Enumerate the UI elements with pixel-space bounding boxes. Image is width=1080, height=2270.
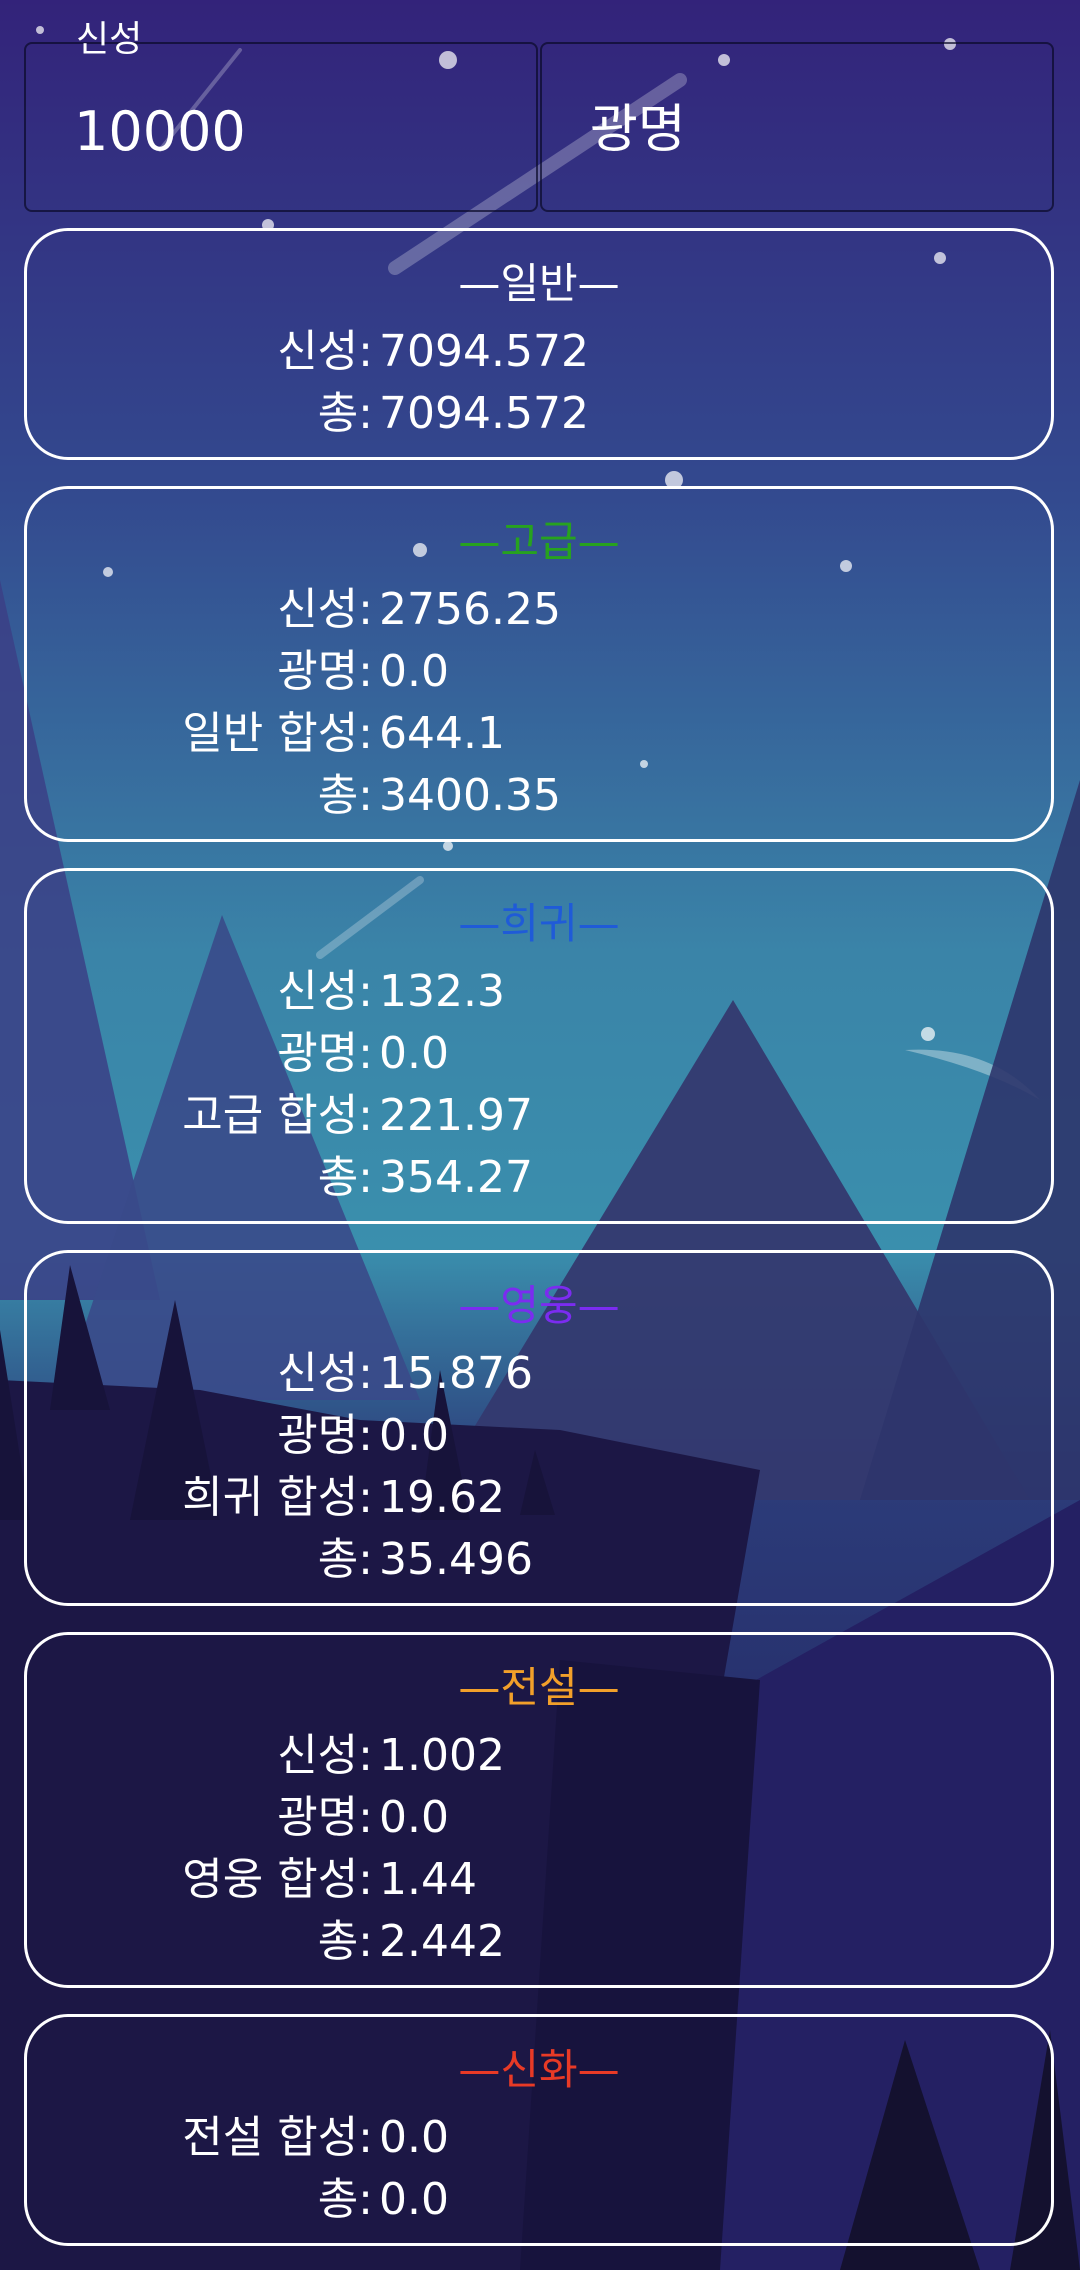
- row-value: 0.0: [379, 1410, 449, 1461]
- mythic-grade-card: —신화— 전설 합성: 0.0 총: 0.0: [24, 2014, 1054, 2246]
- legendary-grade-title: —전설—: [458, 1663, 620, 1712]
- divinity-input-value[interactable]: 10000: [74, 102, 246, 162]
- row-value: 0.0: [379, 2112, 449, 2163]
- legendary-divinity-row: 신성: 1.002: [27, 1725, 1057, 1787]
- advanced-synthesis-row: 일반 합성: 644.1: [27, 703, 1057, 765]
- row-label: 총:: [317, 2174, 373, 2225]
- legendary-radiance-row: 광명: 0.0: [27, 1787, 1057, 1849]
- mythic-total-row: 총: 0.0: [27, 2169, 1057, 2231]
- row-label: 신성:: [277, 966, 373, 1017]
- row-label: 신성:: [277, 1730, 373, 1781]
- advanced-grade-card: —고급— 신성: 2756.25 광명: 0.0 일반 합성: 644.1 총:…: [24, 486, 1054, 842]
- row-value: 15.876: [379, 1348, 533, 1399]
- rare-radiance-row: 광명: 0.0: [27, 1023, 1057, 1085]
- legendary-synthesis-row: 영웅 합성: 1.44: [27, 1849, 1057, 1911]
- heroic-synthesis-row: 희귀 합성: 19.62: [27, 1467, 1057, 1529]
- advanced-grade-title: —고급—: [458, 517, 620, 566]
- normal-divinity-row: 신성: 7094.572: [27, 321, 1057, 383]
- advanced-divinity-row: 신성: 2756.25: [27, 579, 1057, 641]
- row-label: 총:: [317, 770, 373, 821]
- heroic-divinity-row: 신성: 15.876: [27, 1343, 1057, 1405]
- row-value: 0.0: [379, 1792, 449, 1843]
- row-value: 19.62: [379, 1472, 505, 1523]
- normal-total-row: 총: 7094.572: [27, 383, 1057, 445]
- row-label: 광명:: [277, 1792, 373, 1843]
- row-label: 광명:: [277, 1028, 373, 1079]
- row-value: 3400.35: [379, 770, 561, 821]
- row-value: 644.1: [379, 708, 505, 759]
- normal-grade-title: —일반—: [458, 259, 620, 308]
- row-value: 2.442: [379, 1916, 505, 1967]
- row-label: 희귀 합성:: [182, 1472, 373, 1523]
- row-label: 일반 합성:: [182, 708, 373, 759]
- row-value: 7094.572: [379, 388, 589, 439]
- row-label: 신성:: [277, 584, 373, 635]
- row-label: 총:: [317, 388, 373, 439]
- heroic-grade-card: —영웅— 신성: 15.876 광명: 0.0 희귀 합성: 19.62 총: …: [24, 1250, 1054, 1606]
- row-label: 총:: [317, 1916, 373, 1967]
- row-label: 총:: [317, 1534, 373, 1585]
- radiance-field-text: 광명: [590, 100, 686, 160]
- row-value: 354.27: [379, 1152, 533, 1203]
- heroic-radiance-row: 광명: 0.0: [27, 1405, 1057, 1467]
- row-value: 35.496: [379, 1534, 533, 1585]
- divinity-input-field[interactable]: 신성 10000: [24, 22, 538, 212]
- row-label: 전설 합성:: [182, 2112, 373, 2163]
- heroic-total-row: 총: 35.496: [27, 1529, 1057, 1591]
- row-value: 2756.25: [379, 584, 561, 635]
- rare-synthesis-row: 고급 합성: 221.97: [27, 1085, 1057, 1147]
- row-label: 고급 합성:: [182, 1090, 373, 1141]
- row-value: 7094.572: [379, 326, 589, 377]
- advanced-radiance-row: 광명: 0.0: [27, 641, 1057, 703]
- row-value: 0.0: [379, 646, 449, 697]
- rare-total-row: 총: 354.27: [27, 1147, 1057, 1209]
- row-label: 신성:: [277, 326, 373, 377]
- rare-grade-card: —희귀— 신성: 132.3 광명: 0.0 고급 합성: 221.97 총: …: [24, 868, 1054, 1224]
- row-value: 0.0: [379, 1028, 449, 1079]
- legendary-total-row: 총: 2.442: [27, 1911, 1057, 1973]
- mythic-grade-title: —신화—: [458, 2045, 620, 2094]
- radiance-field[interactable]: 광명: [540, 42, 1054, 212]
- row-label: 광명:: [277, 1410, 373, 1461]
- legendary-grade-card: —전설— 신성: 1.002 광명: 0.0 영웅 합성: 1.44 총: 2.…: [24, 1632, 1054, 1988]
- advanced-total-row: 총: 3400.35: [27, 765, 1057, 827]
- mythic-synthesis-row: 전설 합성: 0.0: [27, 2107, 1057, 2169]
- divinity-input-label: 신성: [76, 19, 143, 60]
- row-label: 신성:: [277, 1348, 373, 1399]
- normal-grade-card: —일반— 신성: 7094.572 총: 7094.572: [24, 228, 1054, 460]
- row-value: 221.97: [379, 1090, 533, 1141]
- row-value: 1.002: [379, 1730, 505, 1781]
- calculator-screen: 신성 10000 광명 —일반— 신성: 7094.572 총: 7094.57…: [0, 0, 1080, 2270]
- row-value: 0.0: [379, 2174, 449, 2225]
- row-label: 영웅 합성:: [182, 1854, 373, 1905]
- rare-divinity-row: 신성: 132.3: [27, 961, 1057, 1023]
- row-label: 광명:: [277, 646, 373, 697]
- rare-grade-title: —희귀—: [458, 899, 620, 948]
- heroic-grade-title: —영웅—: [458, 1281, 620, 1330]
- row-value: 132.3: [379, 966, 505, 1017]
- row-value: 1.44: [379, 1854, 477, 1905]
- row-label: 총:: [317, 1152, 373, 1203]
